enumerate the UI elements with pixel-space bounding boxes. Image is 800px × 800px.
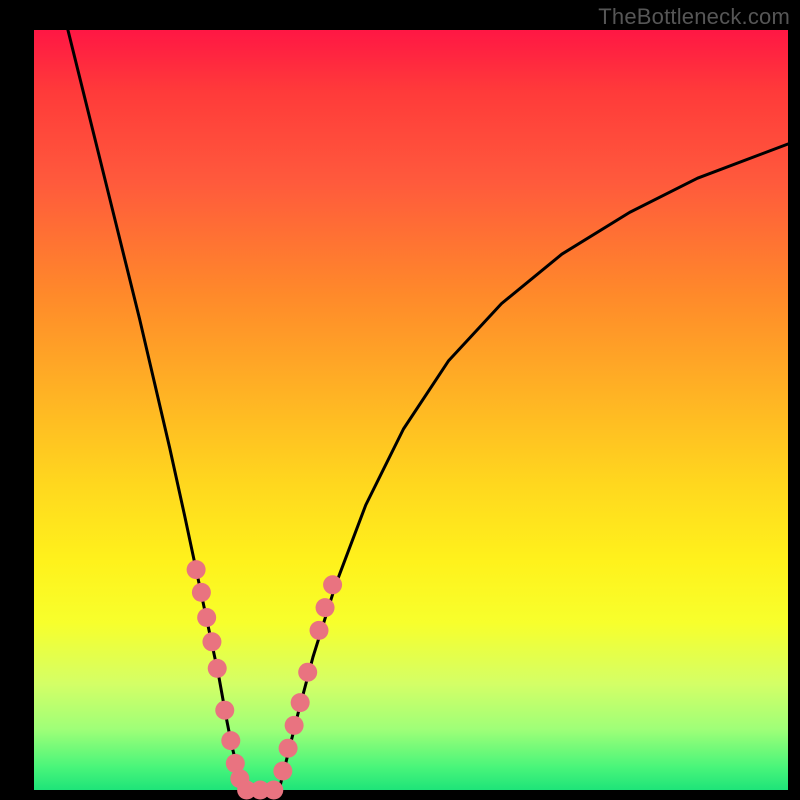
plot-area	[34, 30, 788, 790]
chart-frame: TheBottleneck.com	[0, 0, 800, 800]
watermark-text: TheBottleneck.com	[598, 4, 790, 30]
